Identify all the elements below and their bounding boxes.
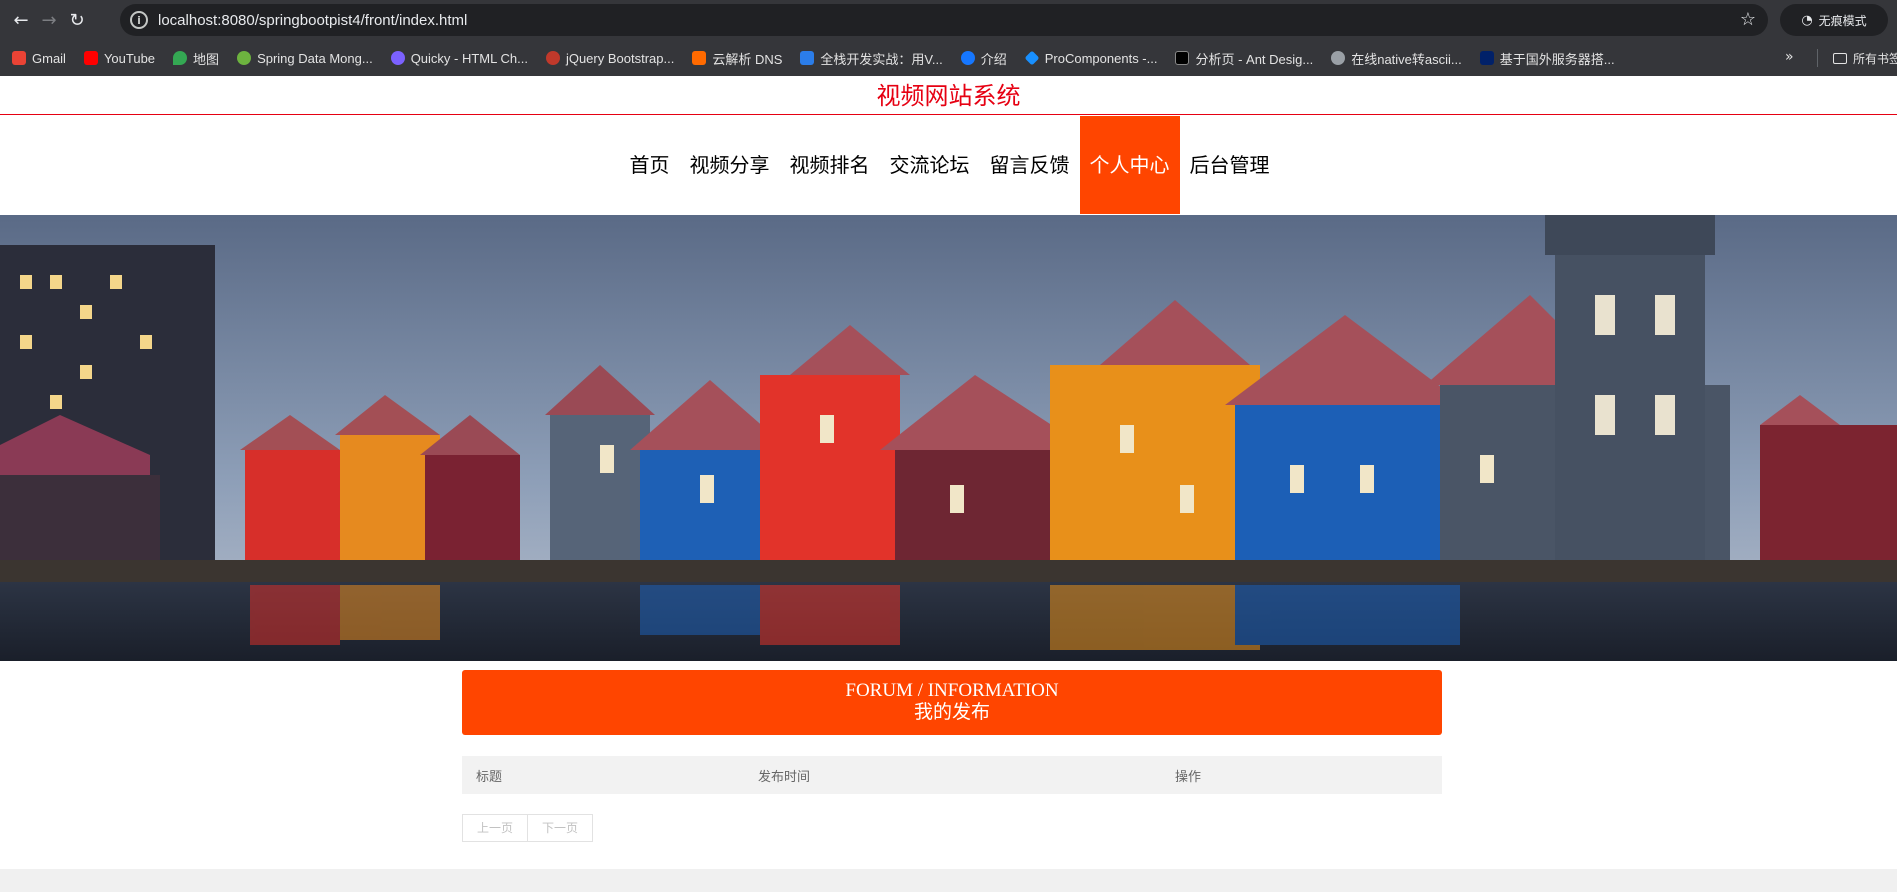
bookmark-star-icon[interactable]: ☆ bbox=[1740, 9, 1756, 30]
prev-page-button[interactable]: 上一页 bbox=[462, 814, 529, 842]
bookmark-item[interactable]: jQuery Bootstrap... bbox=[545, 51, 674, 66]
bookmarks-bar: Gmail YouTube 地图 Spring Data Mong... Qui… bbox=[0, 40, 1897, 76]
nav-item-video-rank[interactable]: 视频排名 bbox=[780, 116, 880, 214]
forward-icon[interactable]: → bbox=[38, 9, 60, 31]
table-header: 标题 发布时间 操作 bbox=[462, 756, 1442, 794]
bookmark-item[interactable]: 分析页 - Ant Desig... bbox=[1175, 49, 1313, 68]
procomponents-icon bbox=[1024, 50, 1040, 66]
ant-design-pro-icon bbox=[1175, 51, 1190, 65]
all-bookmarks-button[interactable]: 所有书签 bbox=[1833, 50, 1897, 67]
bookmark-item[interactable]: Gmail bbox=[12, 51, 66, 66]
back-icon[interactable]: ← bbox=[10, 9, 32, 31]
nav-item-video-share[interactable]: 视频分享 bbox=[680, 116, 780, 214]
reload-icon[interactable]: ↻ bbox=[66, 9, 88, 31]
banner-image bbox=[0, 215, 1897, 661]
bookmark-item[interactable]: 在线native转ascii... bbox=[1331, 49, 1462, 68]
quicky-icon bbox=[390, 51, 405, 65]
nav-item-admin[interactable]: 后台管理 bbox=[1180, 116, 1280, 214]
section-header: FORUM / INFORMATION 我的发布 bbox=[462, 670, 1442, 735]
folder-icon bbox=[1833, 53, 1847, 64]
bookmark-item[interactable]: Quicky - HTML Ch... bbox=[390, 51, 528, 66]
section-title-en: FORUM / INFORMATION bbox=[845, 680, 1059, 701]
main-nav: 首页 视频分享 视频排名 交流论坛 留言反馈 个人中心 后台管理 bbox=[0, 116, 1897, 214]
bookmark-item[interactable]: 介绍 bbox=[960, 49, 1007, 68]
m-icon bbox=[800, 51, 815, 65]
bookmark-item[interactable]: Spring Data Mong... bbox=[237, 51, 373, 66]
gmail-icon bbox=[12, 51, 26, 65]
footer-bar bbox=[0, 869, 1897, 892]
incognito-badge[interactable]: ◔ 无痕模式 bbox=[1780, 4, 1888, 36]
bookmark-item[interactable]: 云解析 DNS bbox=[692, 49, 782, 68]
pagination: 上一页 下一页 bbox=[462, 814, 594, 842]
intro-icon bbox=[960, 51, 975, 65]
divider bbox=[1817, 49, 1818, 67]
address-bar[interactable]: i localhost:8080/springbootpist4/front/i… bbox=[120, 4, 1768, 36]
nav-item-feedback[interactable]: 留言反馈 bbox=[980, 116, 1080, 214]
bookmark-item[interactable]: YouTube bbox=[83, 51, 155, 66]
bookmark-item[interactable]: ProComponents -... bbox=[1024, 50, 1157, 66]
globe-icon bbox=[1331, 51, 1346, 65]
more-bookmarks-icon[interactable]: » bbox=[1785, 49, 1794, 65]
jquery-icon bbox=[545, 51, 560, 65]
youtube-icon bbox=[83, 51, 98, 65]
column-header-title: 标题 bbox=[476, 769, 503, 785]
nav-item-home[interactable]: 首页 bbox=[620, 116, 680, 214]
next-page-button[interactable]: 下一页 bbox=[528, 814, 594, 842]
section-title-zh: 我的发布 bbox=[913, 702, 990, 723]
column-header-time: 发布时间 bbox=[758, 769, 811, 785]
bookmark-item[interactable]: 基于国外服务器搭... bbox=[1479, 49, 1615, 68]
site-title: 视频网站系统 bbox=[0, 76, 1897, 115]
site-info-icon[interactable]: i bbox=[130, 11, 148, 29]
maps-icon bbox=[173, 51, 188, 65]
banner-carousel[interactable] bbox=[0, 215, 1897, 661]
nav-item-forum[interactable]: 交流论坛 bbox=[880, 116, 980, 214]
browser-toolbar: ← → ↻ i localhost:8080/springbootpist4/f… bbox=[0, 0, 1897, 40]
uk-flag-icon bbox=[1479, 51, 1494, 65]
bookmark-item[interactable]: 全栈开发实战：用V... bbox=[800, 49, 943, 68]
cloud-dns-icon bbox=[692, 51, 707, 65]
column-header-actions: 操作 bbox=[1175, 769, 1202, 785]
nav-item-personal-center[interactable]: 个人中心 bbox=[1079, 116, 1180, 214]
url-text[interactable]: localhost:8080/springbootpist4/front/ind… bbox=[158, 12, 467, 29]
incognito-icon: ◔ bbox=[1801, 12, 1813, 28]
bookmark-item[interactable]: 地图 bbox=[173, 49, 219, 68]
incognito-label: 无痕模式 bbox=[1818, 13, 1867, 28]
spring-icon bbox=[237, 51, 252, 65]
